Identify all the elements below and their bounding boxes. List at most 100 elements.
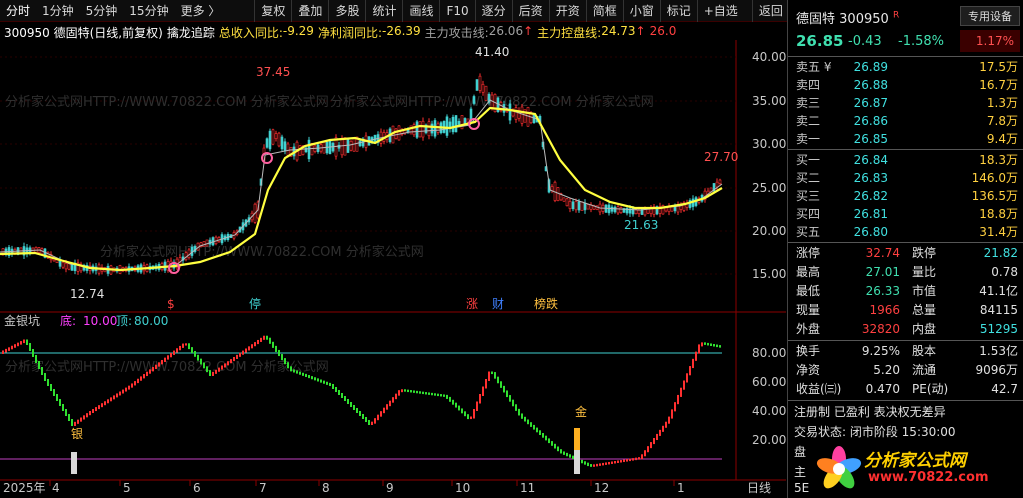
oscillator-bar <box>149 369 151 374</box>
toolbar-item-tick[interactable]: 逐分 <box>474 0 512 22</box>
time-tick: 12 <box>594 481 609 495</box>
oscillator-bar <box>80 417 82 422</box>
oscillator-bar <box>512 399 514 407</box>
oscillator-bar <box>425 392 427 395</box>
oscillator-bar <box>113 395 115 400</box>
oscillator-bar <box>224 363 226 368</box>
time-tick: 1 <box>677 481 685 495</box>
bid-row[interactable]: 买二 26.83 146.0万 <box>788 169 1023 188</box>
oscillator-bar <box>395 393 397 400</box>
pan-label: 盘 <box>794 445 807 459</box>
toolbar-item-news[interactable]: 后资 <box>511 0 549 22</box>
oscillator-bar <box>308 375 310 379</box>
ask-row[interactable]: 卖二 26.86 7.8万 <box>788 112 1023 131</box>
toolbar-item-timeshare[interactable]: 分时 <box>0 0 36 22</box>
oscillator-bar <box>719 345 721 348</box>
oscillator-bar <box>458 405 460 411</box>
bid-row[interactable]: 买五 26.80 31.4万 <box>788 223 1023 242</box>
ask-row[interactable]: 卖三 26.87 1.3万 <box>788 94 1023 113</box>
oscillator-bar <box>284 358 286 365</box>
candle-body <box>64 262 68 270</box>
oscillator-bar <box>128 385 130 390</box>
stat-label: 跌停 <box>912 246 937 260</box>
ask-row[interactable]: 卖四 26.88 16.7万 <box>788 76 1023 95</box>
price-axis: 40.00 35.00 30.00 25.00 20.00 15.00 <box>752 50 786 281</box>
candle-body <box>472 96 476 104</box>
oscillator-bar <box>119 391 121 396</box>
toolbar-item-open[interactable]: 开资 <box>548 0 586 22</box>
toolbar-item-multi-stock[interactable]: 多股 <box>328 0 365 22</box>
toolbar-item-15min[interactable]: 15分钟 <box>123 0 174 22</box>
stat-value: 27.01 <box>865 265 900 279</box>
oscillator-bar <box>56 394 58 401</box>
toolbar-item-small-window[interactable]: 小窗 <box>622 0 660 22</box>
oscillator-bar <box>359 411 361 416</box>
oscillator-bar <box>422 391 424 395</box>
kline-chart[interactable]: 40.00 35.00 30.00 25.00 20.00 15.00 分析家公… <box>0 40 786 498</box>
oscillator-bar <box>590 464 592 467</box>
ask-row[interactable]: 卖一 26.85 9.4万 <box>788 130 1023 149</box>
row-price: 26.84 <box>853 153 888 167</box>
oscillator-bar <box>140 376 142 381</box>
toolbar-item-draw-line[interactable]: 画线 <box>402 0 439 22</box>
stock-code: 300950 <box>839 12 889 27</box>
oscillator-bar <box>362 414 364 419</box>
candle-body <box>508 103 512 121</box>
candle-body <box>520 106 524 124</box>
candle-body <box>61 261 65 268</box>
divider <box>788 242 1023 243</box>
lower-tick: 20.00 <box>752 433 786 447</box>
oscillator-bar <box>137 378 139 384</box>
toolbar-item-mark[interactable]: 标记 <box>659 0 697 22</box>
oscillator-bar <box>320 379 322 383</box>
row-volume: 146.0万 <box>971 171 1018 185</box>
stat-row: 最高 27.01 量比 0.78 <box>788 263 1023 282</box>
toolbar-item-back[interactable]: 返回 <box>751 0 789 22</box>
toolbar-item-simple-frame[interactable]: 简框 <box>585 0 623 22</box>
oscillator-bar <box>230 359 232 364</box>
ask-row[interactable]: 卖五 ¥ 26.89 17.5万 <box>788 58 1023 77</box>
oscillator-bar <box>281 354 283 361</box>
oscillator-bar <box>161 359 163 365</box>
bid-row[interactable]: 买四 26.81 18.8万 <box>788 205 1023 224</box>
event-marker: 财 <box>492 297 504 311</box>
sector-button[interactable]: 专用设备 <box>960 6 1020 26</box>
oscillator-bar <box>65 409 67 416</box>
oscillator-bar <box>677 394 679 405</box>
oscillator-bar <box>560 449 562 454</box>
candle-body <box>583 202 587 211</box>
toolbar-item-add-watchlist[interactable]: +自选 <box>696 0 744 22</box>
candle-body <box>718 179 722 184</box>
stat-row: 净资 5.20 流通 9096万 <box>788 361 1023 380</box>
price-gridlines <box>0 56 736 275</box>
oscillator-bar <box>665 421 667 428</box>
oscillator-bar <box>92 409 94 413</box>
bid-row[interactable]: 买三 26.82 136.5万 <box>788 187 1023 206</box>
svg-text:分析家公式网HTTP://WWW.70822.COM 分析家: 分析家公式网HTTP://WWW.70822.COM 分析家公式网 <box>100 244 424 260</box>
stat-label: 涨停 <box>796 246 821 260</box>
oscillator-bar <box>245 348 247 353</box>
toolbar-item-overlay[interactable]: 叠加 <box>291 0 328 22</box>
oscillator-bar <box>659 429 661 436</box>
time-tick: 5 <box>123 481 131 495</box>
top-label: 顶: <box>116 314 132 328</box>
stat-value: 21.82 <box>983 246 1018 260</box>
stat-label: 外盘 <box>796 322 821 336</box>
bid-row[interactable]: 买一 26.84 18.3万 <box>788 151 1023 170</box>
oscillator-bar <box>596 463 598 467</box>
candle-body <box>574 201 578 211</box>
toolbar-item-5min[interactable]: 5分钟 <box>80 0 124 22</box>
toolbar-item-f10[interactable]: F10 <box>439 0 474 22</box>
stat-value: 41.1亿 <box>979 284 1018 298</box>
toolbar-item-more[interactable]: 更多 〉 <box>175 0 227 22</box>
oscillator-bar <box>200 358 202 365</box>
toolbar-item-restore-rights[interactable]: 复权 <box>254 0 291 22</box>
price-change-pct: -1.58% <box>898 34 944 49</box>
row-price: 26.82 <box>853 189 888 203</box>
toolbar-item-1min[interactable]: 1分钟 <box>36 0 80 22</box>
oscillator-bar <box>191 347 193 353</box>
oscillator-bar <box>389 400 391 407</box>
candle-body <box>451 116 455 133</box>
toolbar-item-statistics[interactable]: 统计 <box>365 0 402 22</box>
oscillator-bar <box>668 416 670 424</box>
